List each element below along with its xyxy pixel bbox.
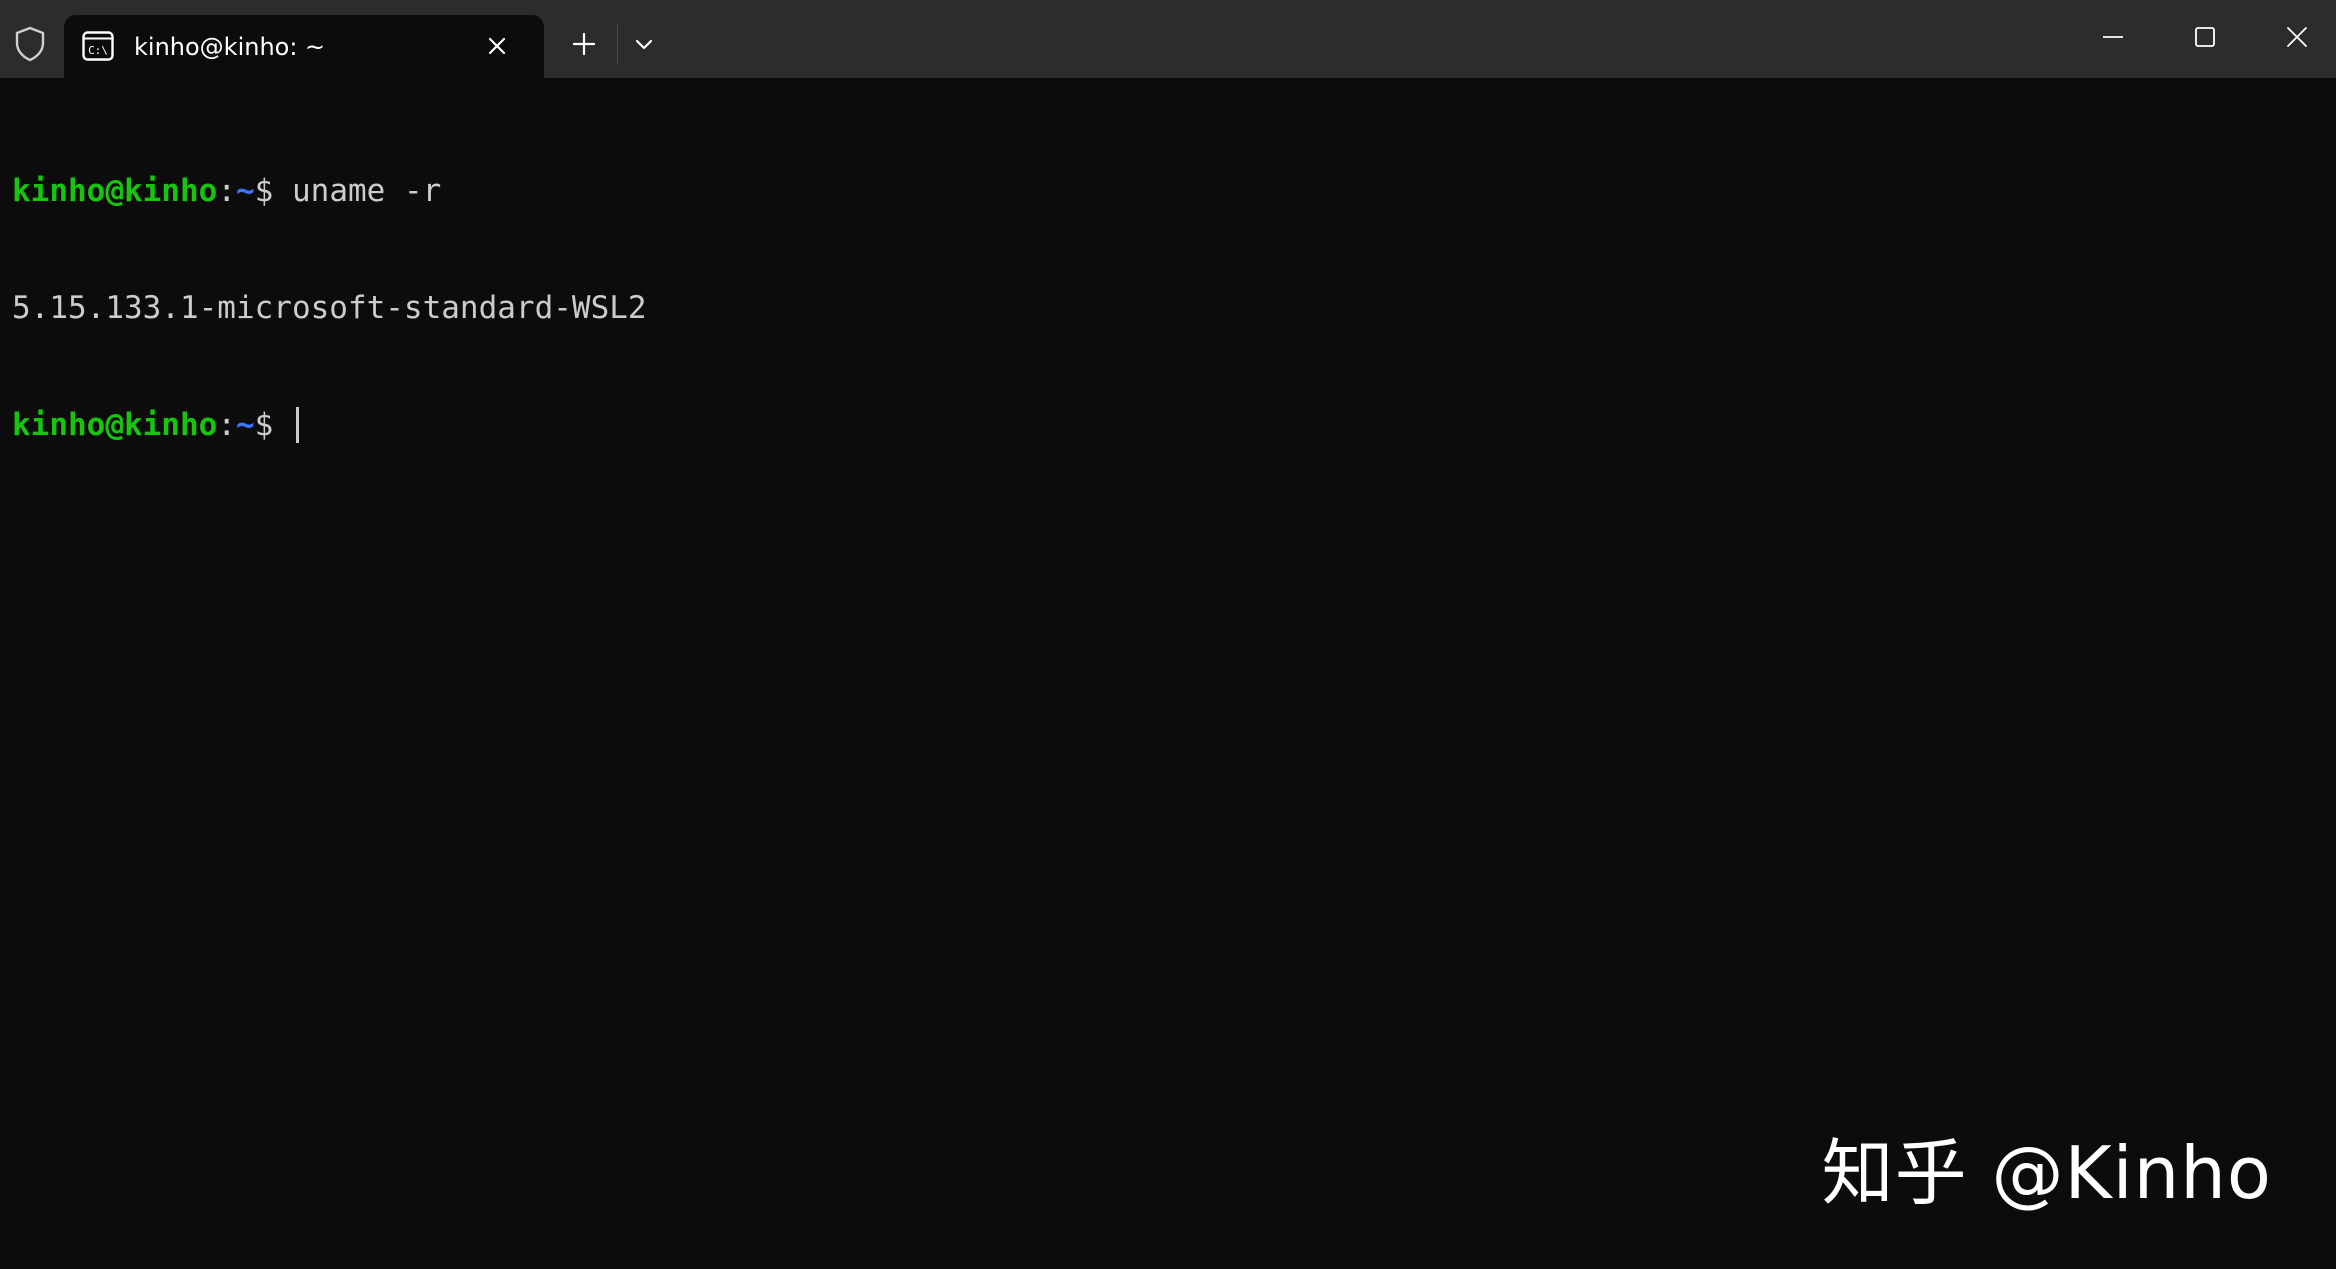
watermark: 知乎 @Kinho — [1821, 1131, 2272, 1215]
tab-separator — [617, 24, 618, 64]
shield-icon — [10, 24, 50, 64]
close-icon[interactable] — [483, 32, 511, 60]
terminal-line: 5.15.133.1-microsoft-standard-WSL2 — [12, 289, 647, 328]
prompt-directory: ~ — [235, 407, 255, 443]
new-tab-button[interactable] — [570, 30, 598, 58]
command-text: uname -r — [273, 173, 442, 209]
prompt-separator: : — [217, 173, 236, 209]
tab-terminal[interactable]: C:\ kinho@kinho: ~ — [64, 15, 544, 78]
terminal-output: kinho@kinho:~$ uname -r 5.15.133.1-micro… — [12, 94, 647, 523]
window-close-button[interactable] — [2262, 14, 2332, 60]
prompt-directory: ~ — [235, 173, 255, 209]
command-input[interactable] — [273, 407, 292, 443]
prompt-symbol: $ — [254, 173, 274, 209]
maximize-button[interactable] — [2170, 14, 2240, 60]
text-cursor — [296, 407, 299, 443]
command-prompt-icon-text: C:\ — [88, 44, 108, 57]
prompt-user: kinho@kinho — [12, 407, 218, 443]
maximize-icon — [2195, 27, 2215, 47]
command-prompt-icon: C:\ — [82, 31, 114, 61]
title-bar: C:\ kinho@kinho: ~ — [0, 0, 2336, 78]
minimize-icon — [2103, 36, 2123, 38]
minimize-button[interactable] — [2078, 14, 2148, 60]
close-icon — [2287, 27, 2307, 47]
prompt-symbol: $ — [254, 407, 274, 443]
plus-icon — [572, 32, 596, 56]
chevron-down-icon — [635, 39, 653, 50]
terminal-pane[interactable]: kinho@kinho:~$ uname -r 5.15.133.1-micro… — [0, 78, 2336, 1269]
command-output: 5.15.133.1-microsoft-standard-WSL2 — [12, 290, 647, 326]
tab-dropdown-button[interactable] — [632, 34, 656, 56]
terminal-line: kinho@kinho:~$ — [12, 406, 647, 445]
tab-title: kinho@kinho: ~ — [134, 33, 326, 61]
terminal-line: kinho@kinho:~$ uname -r — [12, 172, 647, 211]
prompt-user: kinho@kinho — [12, 173, 218, 209]
prompt-separator: : — [217, 407, 236, 443]
